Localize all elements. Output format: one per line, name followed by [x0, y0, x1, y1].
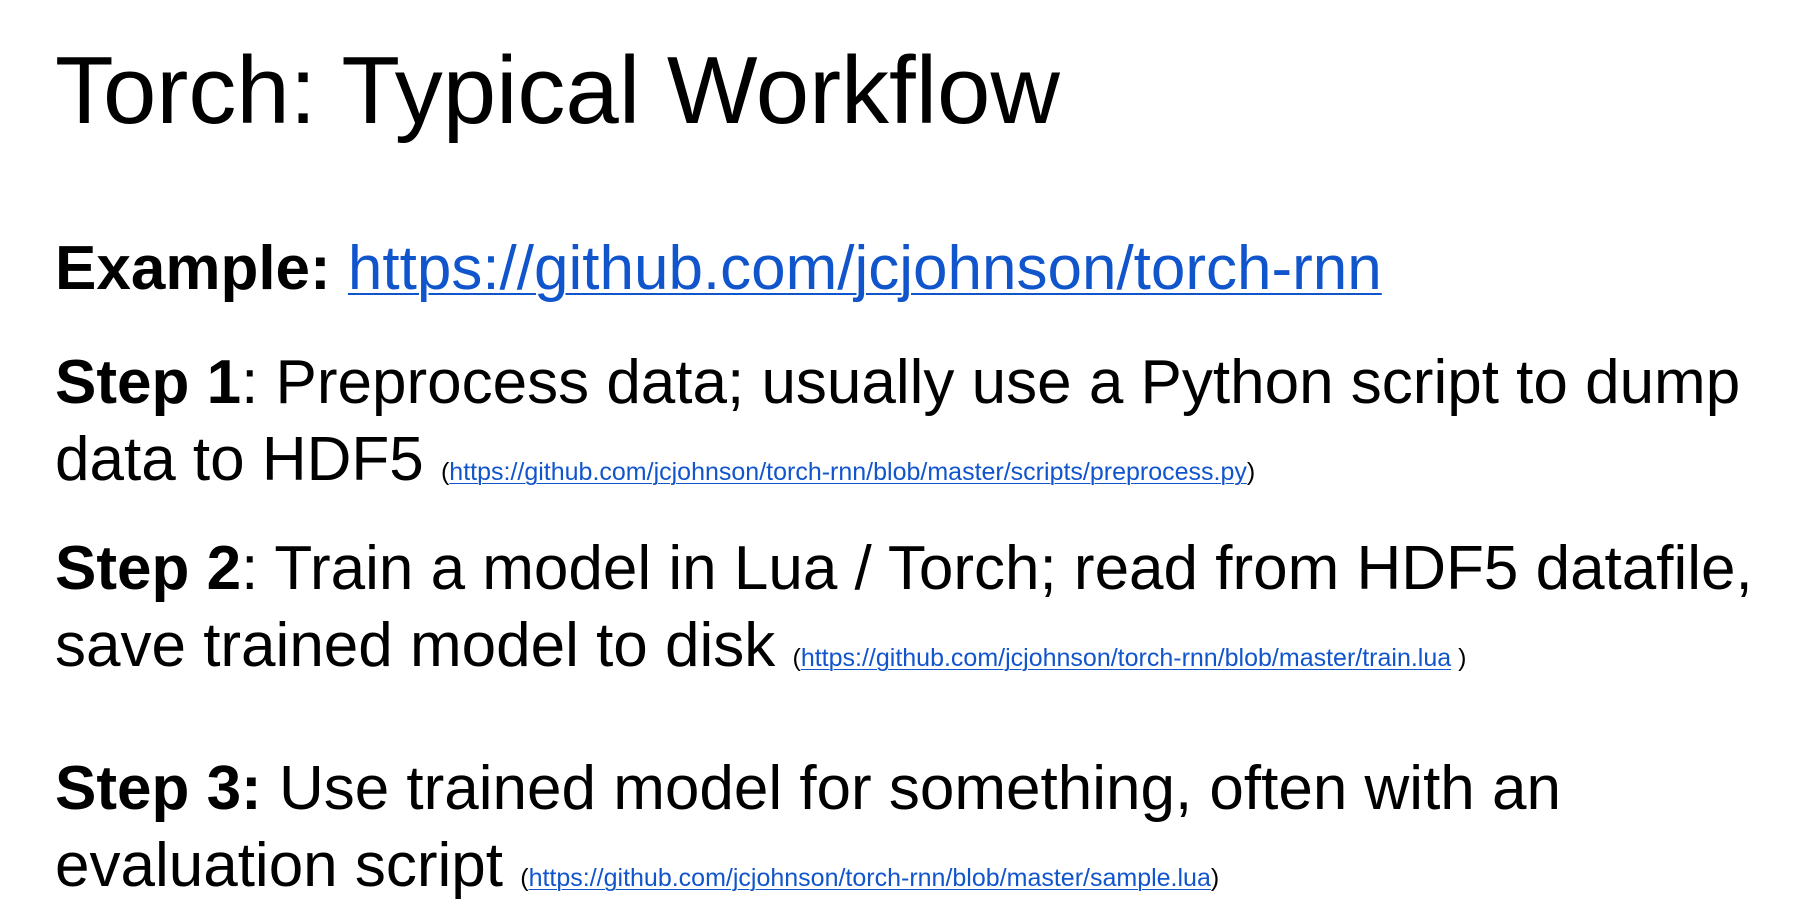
step-2-close-paren: ) [1451, 644, 1467, 672]
step-3-open-paren: ( [520, 864, 529, 892]
step-2: Step 2: Train a model in Lua / Torch; re… [55, 530, 1775, 684]
step-3-reference: (https://github.com/jcjohnson/torch-rnn/… [520, 864, 1219, 892]
example-line: Example: https://github.com/jcjohnson/to… [55, 232, 1382, 306]
step-1: Step 1: Preprocess data; usually use a P… [55, 344, 1775, 498]
step-2-open-paren: ( [792, 644, 801, 672]
step-3-link[interactable]: https://github.com/jcjohnson/torch-rnn/b… [529, 864, 1211, 892]
step-2-reference: (https://github.com/jcjohnson/torch-rnn/… [793, 644, 1467, 672]
example-link[interactable]: https://github.com/jcjohnson/torch-rnn [348, 234, 1382, 303]
step-1-reference: (https://github.com/jcjohnson/torch-rnn/… [441, 458, 1255, 486]
step-1-close-paren: ) [1246, 458, 1256, 486]
step-3-label: Step 3: [55, 754, 262, 823]
step-1-separator: : [241, 348, 259, 417]
example-label: Example: [55, 234, 331, 303]
slide: Torch: Typical Workflow Example: https:/… [0, 0, 1812, 915]
step-3-close-paren: ) [1210, 864, 1220, 892]
step-2-link[interactable]: https://github.com/jcjohnson/torch-rnn/b… [801, 644, 1451, 672]
step-2-separator: : [241, 534, 259, 603]
step-3: Step 3: Use trained model for something,… [55, 750, 1775, 904]
step-1-label: Step 1 [55, 348, 242, 417]
step-2-label: Step 2 [55, 534, 242, 603]
step-1-link[interactable]: https://github.com/jcjohnson/torch-rnn/b… [449, 458, 1247, 486]
slide-title: Torch: Typical Workflow [55, 37, 1060, 144]
